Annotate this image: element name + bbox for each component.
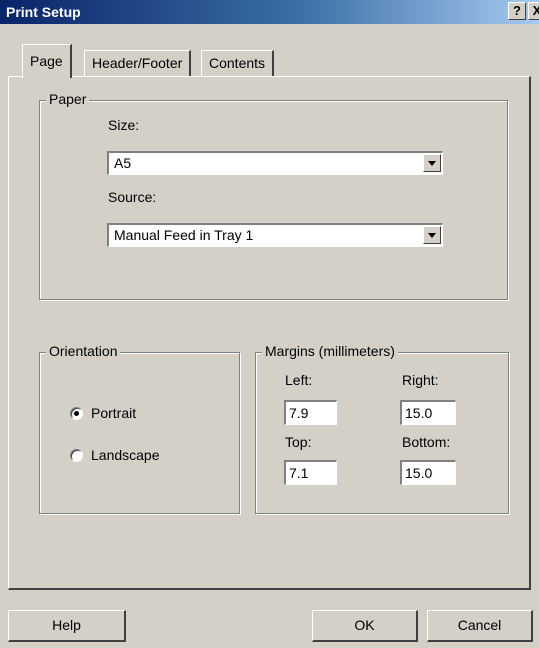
right-margin-label: Right:: [402, 372, 439, 388]
tab-contents[interactable]: Contents: [201, 50, 275, 77]
tab-header-footer[interactable]: Header/Footer: [84, 50, 192, 77]
source-label: Source:: [108, 189, 157, 205]
paper-group: Paper Size: A5 Source: Manual Feed in Tr…: [39, 91, 508, 300]
margins-group: Margins (millimeters) Left: Right: 7.9 1…: [255, 343, 509, 514]
title-bar: Print Setup ? X: [0, 0, 539, 24]
radio-circle-icon: [70, 407, 83, 420]
radio-circle-icon: [70, 449, 83, 462]
tab-page[interactable]: Page: [22, 44, 72, 78]
right-margin-input[interactable]: 15.0: [400, 400, 456, 425]
top-margin-input[interactable]: 7.1: [284, 460, 337, 485]
cancel-button[interactable]: Cancel: [427, 610, 533, 642]
source-select[interactable]: Manual Feed in Tray 1: [107, 223, 443, 247]
size-value: A5: [114, 155, 132, 171]
size-dropdown-arrow-icon[interactable]: [423, 154, 441, 172]
orientation-legend: Orientation: [46, 343, 121, 359]
left-margin-input[interactable]: 7.9: [284, 400, 337, 425]
landscape-label: Landscape: [91, 447, 160, 463]
margins-legend: Margins (millimeters): [262, 343, 398, 359]
bottom-margin-input[interactable]: 15.0: [400, 460, 456, 485]
paper-legend: Paper: [46, 91, 90, 107]
portrait-label: Portrait: [91, 405, 137, 421]
radio-selected-dot-icon: [74, 411, 79, 416]
source-dropdown-arrow-icon[interactable]: [423, 226, 441, 244]
help-button[interactable]: Help: [8, 610, 126, 642]
size-label: Size:: [108, 117, 140, 133]
source-value: Manual Feed in Tray 1: [114, 227, 254, 243]
orientation-group: Orientation Portrait Landscape: [39, 343, 240, 514]
left-margin-label: Left:: [285, 372, 313, 388]
help-title-button[interactable]: ?: [508, 2, 526, 20]
window-title: Print Setup: [6, 4, 81, 20]
close-title-button[interactable]: X: [528, 2, 539, 20]
ok-button[interactable]: OK: [312, 610, 418, 642]
size-select[interactable]: A5: [107, 151, 443, 175]
top-margin-label: Top:: [285, 434, 312, 450]
bottom-margin-label: Bottom:: [402, 434, 451, 450]
tab-panel-page: Paper Size: A5 Source: Manual Feed in Tr…: [8, 76, 531, 590]
